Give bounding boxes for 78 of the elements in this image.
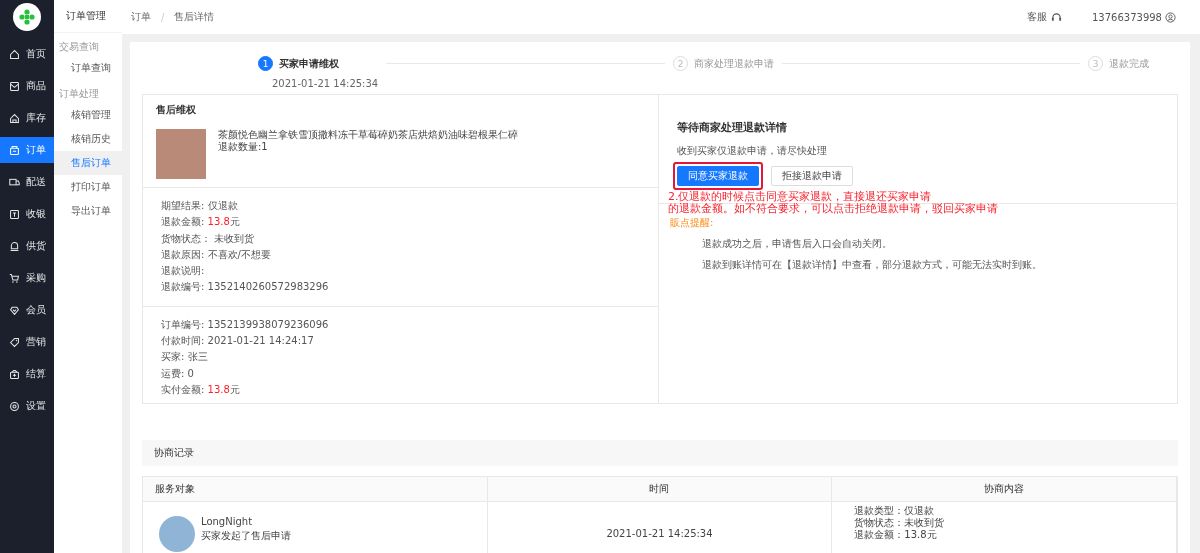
record-content-line: 退款类型：仅退款 — [854, 505, 936, 517]
cart-icon — [9, 272, 20, 284]
house-icon — [9, 112, 20, 124]
column-header: 服务对象 — [143, 477, 488, 501]
detail-line: 货物状态： 未收到货 — [161, 231, 256, 246]
detail-line: 期望结果: 仅退款 — [161, 199, 239, 213]
panel-title: 等待商家处理退款详情 — [677, 120, 788, 135]
breadcrumb-link[interactable]: 售后详情 — [174, 10, 215, 24]
headset-icon[interactable] — [1051, 11, 1062, 23]
record-action: 买家发起了售后申请 — [201, 529, 291, 543]
photo-placeholder — [156, 129, 206, 179]
submenu-item[interactable]: 导出订单 — [54, 199, 122, 223]
tip-text: 退款到账详情可在【退款详情】中查看，部分退款方式，可能无法实时到账。 — [701, 258, 1043, 272]
detail-line: 退款原因: 不喜欢/不想要 — [161, 247, 272, 262]
step-number: 1 — [258, 56, 273, 71]
nav-item[interactable]: 订单 — [0, 137, 54, 163]
annotation-text: 2.仅退款的时候点击同意买家退款，直接退还买家申请 的退款金额。如不符合要求，可以点击拒绝退款申请，驳回买家申请 — [668, 191, 999, 215]
refund-quantity: 退款数量:1 — [218, 141, 269, 153]
envelope-icon — [9, 80, 20, 92]
register-icon — [9, 208, 20, 220]
detail-line: 运费: 0 — [161, 366, 195, 381]
record-content-line: 退款金额：13.8元 — [854, 529, 938, 541]
panel-subtitle: 收到买家仅退款申请，请尽快处理 — [677, 144, 828, 158]
detail-line: 付款时间: 2021-01-21 14:24:17 — [161, 334, 315, 349]
tips-title: 販点提醒: — [670, 216, 715, 230]
step-time: 2021-01-21 14:25:34 — [272, 78, 379, 89]
product-name: 茶颜悦色幽兰拿铁雪顶撒料冻干草莓碎奶茶店烘焙奶油味碧根果仁碎 — [218, 129, 518, 141]
submenu-item[interactable]: 打印订单 — [54, 175, 122, 199]
detail-line: 实付金额: 13.8元 — [161, 382, 241, 397]
submenu-heading: 订单处理 — [58, 87, 100, 101]
column-header: 协商内容 — [832, 477, 1177, 501]
detail-line: 订单编号: 1352139938079236096 — [161, 317, 330, 332]
record-time: 2021-01-21 14:25:34 — [606, 528, 713, 539]
reject-button[interactable]: 拒接退款申请 — [771, 166, 853, 186]
truck-icon — [9, 176, 20, 188]
submenu-item[interactable]: 售后订单 — [54, 151, 122, 175]
breadcrumb-separator: / — [161, 11, 165, 23]
box-icon — [9, 368, 20, 380]
service-link[interactable]: 客服 — [1027, 10, 1047, 24]
record-content-line: 货物状态：未收到货 — [854, 517, 946, 529]
submenu-item[interactable]: 核销管理 — [54, 103, 122, 127]
tip-text: 退款成功之后，申请售后入口会自动关闭。 — [701, 237, 893, 251]
breadcrumb-link[interactable]: 订单 — [131, 10, 151, 24]
approve-button[interactable]: 同意买家退款 — [677, 166, 759, 186]
nav-item[interactable]: 供货 — [0, 233, 54, 259]
nav-item[interactable]: 收银 — [0, 201, 54, 227]
tag-icon — [9, 336, 20, 348]
account-name[interactable]: 13766373998 — [1092, 11, 1162, 23]
step-label: 退款完成 — [1109, 56, 1149, 71]
nav-item[interactable]: 采购 — [0, 265, 54, 291]
nav-item[interactable]: 营销 — [0, 329, 54, 355]
detail-line: 买家: 张三 — [161, 350, 209, 365]
bag-icon — [9, 144, 20, 156]
detail-line: 退款说明: — [161, 264, 206, 279]
section-title: 售后维权 — [156, 103, 197, 117]
nav-item[interactable]: 会员 — [0, 297, 54, 323]
detail-line: 退款编号: 1352140260572983296 — [161, 280, 330, 295]
submenu-item[interactable]: 订单查询 — [54, 56, 122, 80]
nav-item[interactable]: 首页 — [0, 41, 54, 67]
house-icon — [9, 48, 20, 60]
step-label: 商家处理退款申请 — [694, 56, 774, 71]
nav-item[interactable]: 商品 — [0, 73, 54, 99]
step-label: 买家申请维权 — [279, 56, 339, 71]
user-icon[interactable] — [1165, 11, 1176, 23]
nav-item[interactable]: 配送 — [0, 169, 54, 195]
gem-icon — [9, 304, 20, 316]
nav-item[interactable]: 设置 — [0, 393, 54, 419]
gear-icon — [9, 400, 20, 412]
detail-line: 退款金额: 13.8元 — [161, 215, 241, 230]
records-title: 协商记录 — [142, 440, 1178, 466]
avatar-circle — [159, 516, 195, 552]
nav-item[interactable]: 结算 — [0, 361, 54, 387]
nav-item[interactable]: 库存 — [0, 105, 54, 131]
logo-icon — [13, 3, 41, 31]
submenu-item[interactable]: 核销历史 — [54, 127, 122, 151]
user-name: LongNight — [201, 516, 254, 527]
column-header: 时间 — [487, 477, 833, 501]
submenu-heading: 交易查询 — [58, 40, 100, 54]
